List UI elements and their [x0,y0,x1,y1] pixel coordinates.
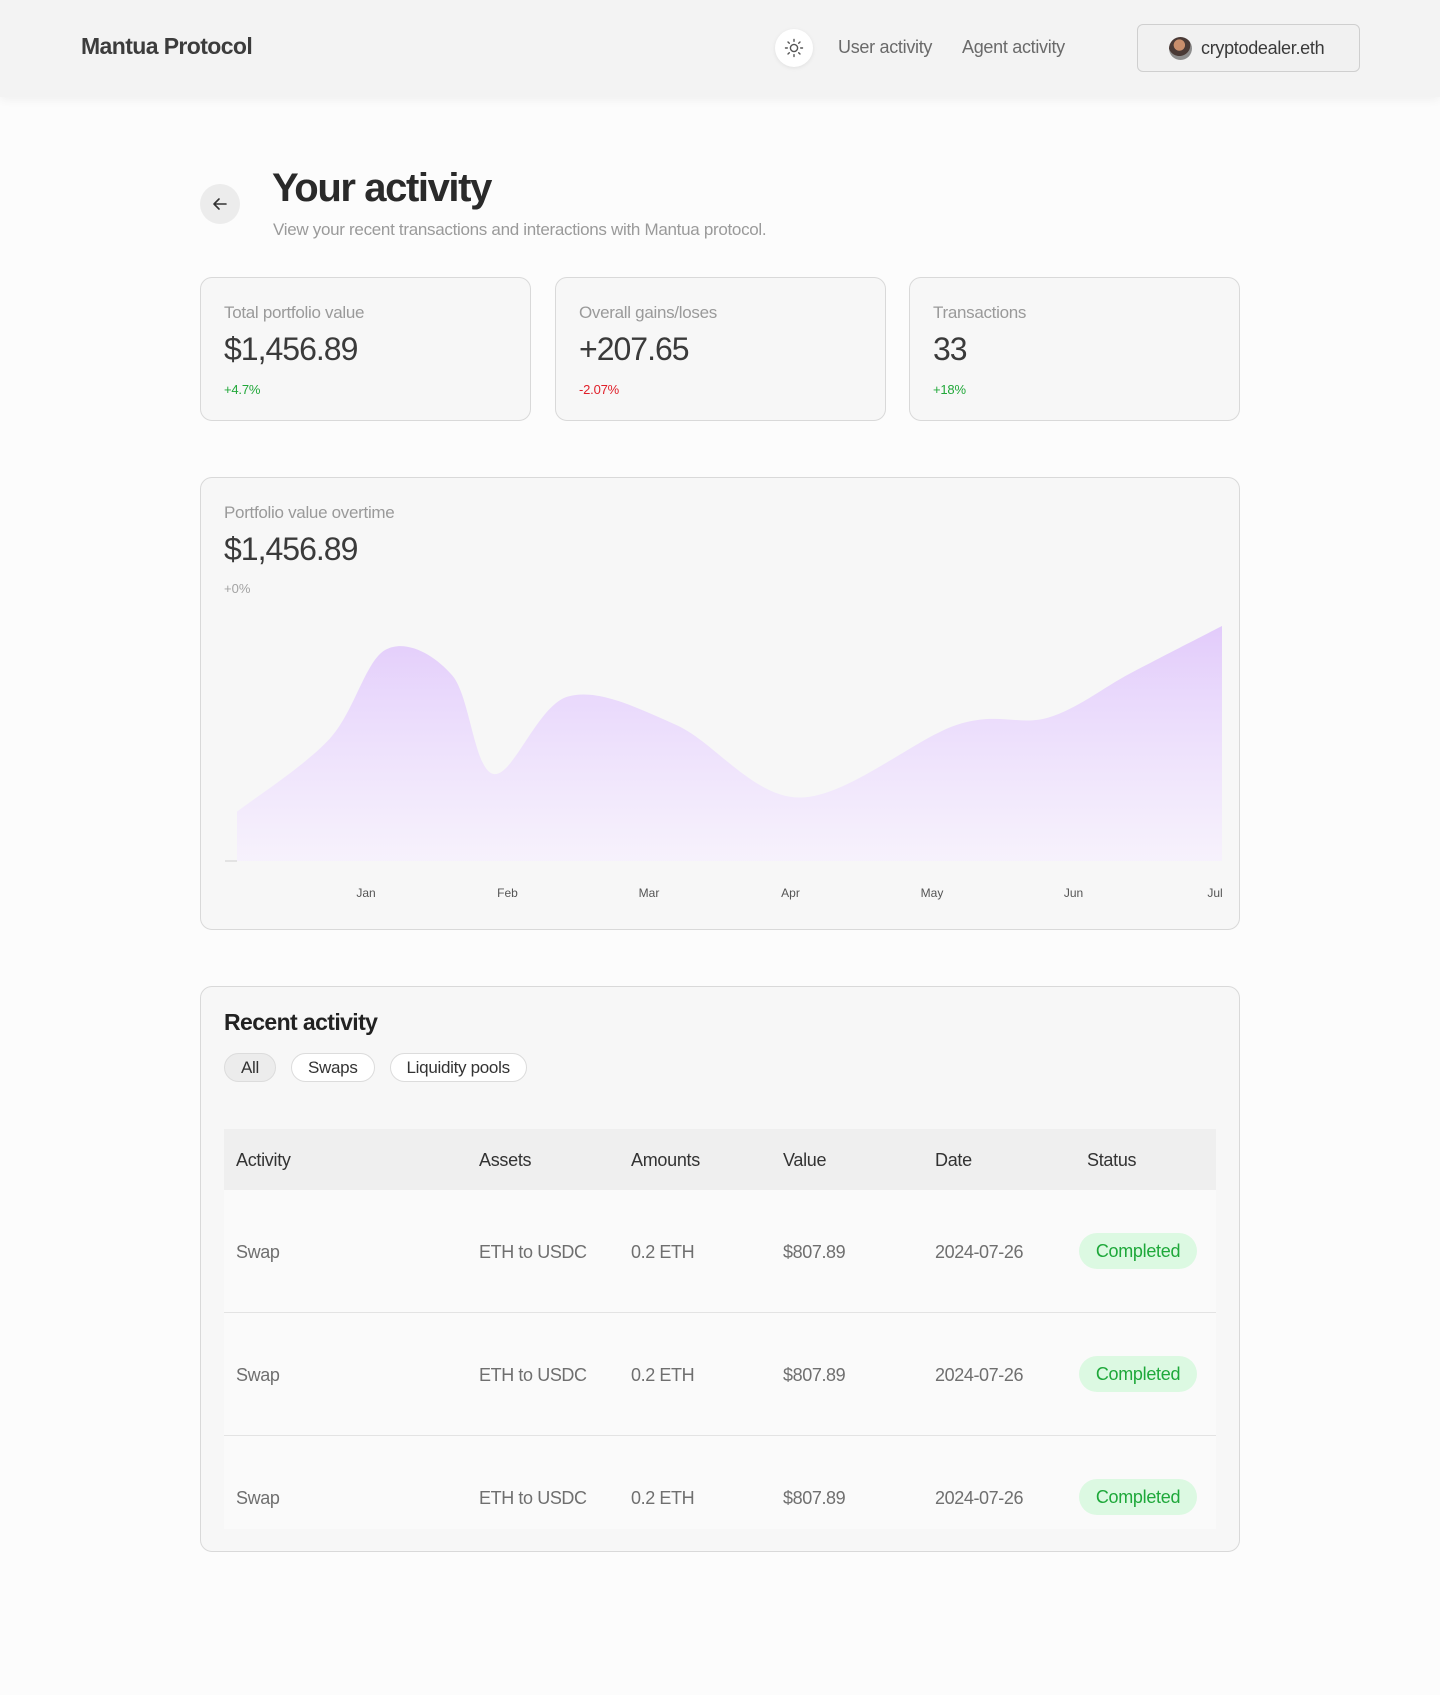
chart-area-series [237,626,1222,861]
portfolio-chart-card: Portfolio value overtime $1,456.89 +0% J… [200,477,1240,930]
sun-icon [784,38,804,58]
cell-value: $807.89 [783,1365,846,1385]
recent-activity-card: Recent activity All Swaps Liquidity pool… [200,986,1240,1552]
cell-activity: Swap [236,1488,280,1508]
filter-all[interactable]: All [224,1053,276,1082]
column-header-assets[interactable]: Assets [479,1150,532,1171]
cell-value: $807.89 [783,1488,846,1508]
status-badge: Completed [1079,1233,1197,1269]
cell-date: 2024-07-26 [935,1488,1024,1508]
portfolio-area-chart: Jan Feb Mar Apr May Jun Jul [225,626,1223,900]
cell-amount: 0.2 ETH [631,1365,695,1385]
arrow-left-icon [213,198,227,210]
cell-assets: ETH to USDC [479,1242,587,1262]
cell-value: $807.89 [783,1242,846,1262]
column-header-activity[interactable]: Activity [236,1150,291,1171]
cell-activity: Swap [236,1365,280,1385]
x-tick-label: Jan [356,886,375,900]
x-tick-label: Jun [1064,886,1083,900]
nav-user-activity[interactable]: User activity [838,37,932,58]
stat-delta: +4.7% [224,382,261,397]
cell-assets: ETH to USDC [479,1365,587,1385]
page-title: Your activity [272,166,492,210]
wallet-name: cryptodealer.eth [1201,37,1325,58]
nav-agent-activity[interactable]: Agent activity [962,37,1065,58]
cell-assets: ETH to USDC [479,1488,587,1508]
stat-delta: +18% [933,382,966,397]
stat-label: Overall gains/loses [579,303,717,322]
column-header-date[interactable]: Date [935,1150,972,1171]
cell-activity: Swap [236,1242,280,1262]
stat-value: +207.65 [579,331,690,367]
stat-value: 33 [933,331,968,367]
stat-card-gains: Overall gains/loses +207.65 -2.07% [555,277,886,421]
activity-table: Activity Assets Amounts Value Date Statu… [224,1129,1216,1529]
table-row[interactable]: Swap ETH to USDC 0.2 ETH $807.89 2024-07… [224,1190,1216,1313]
stat-card-transactions: Transactions 33 +18% [909,277,1240,421]
filter-liquidity-pools[interactable]: Liquidity pools [389,1053,527,1082]
table-row[interactable]: Swap ETH to USDC 0.2 ETH $807.89 2024-07… [224,1313,1216,1436]
x-tick-label: Apr [781,886,800,900]
x-tick-label: Feb [497,886,518,900]
table-row[interactable]: Swap ETH to USDC 0.2 ETH $807.89 2024-07… [224,1436,1216,1529]
avatar [1169,36,1192,60]
wallet-button[interactable]: cryptodealer.eth [1137,24,1360,72]
column-header-amounts[interactable]: Amounts [631,1150,700,1171]
top-navbar: Mantua Protocol User activity Agent acti… [0,0,1440,97]
status-badge: Completed [1079,1479,1197,1515]
x-tick-label: Jul [1207,886,1222,900]
cell-date: 2024-07-26 [935,1365,1024,1385]
stat-label: Total portfolio value [224,303,365,322]
x-tick-label: Mar [639,886,660,900]
table-header: Activity Assets Amounts Value Date Statu… [224,1129,1216,1190]
section-title: Recent activity [224,1009,378,1035]
stat-value: $1,456.89 [224,331,358,367]
theme-toggle-button[interactable] [775,29,813,67]
cell-amount: 0.2 ETH [631,1242,695,1262]
column-header-status[interactable]: Status [1087,1150,1137,1171]
chart-x-axis: Jan Feb Mar Apr May Jun Jul [356,886,1222,900]
status-badge: Completed [1079,1356,1197,1392]
cell-date: 2024-07-26 [935,1242,1024,1262]
stat-card-portfolio-value: Total portfolio value $1,456.89 +4.7% [200,277,531,421]
activity-filters: All Swaps Liquidity pools [224,1053,527,1082]
filter-swaps[interactable]: Swaps [291,1053,375,1082]
stat-label: Transactions [933,303,1027,322]
cell-amount: 0.2 ETH [631,1488,695,1508]
back-button[interactable] [200,184,240,224]
stat-delta: -2.07% [579,382,619,397]
column-header-value[interactable]: Value [783,1150,827,1171]
page-subtitle: View your recent transactions and intera… [273,220,767,239]
x-tick-label: May [921,886,944,900]
brand-logo[interactable]: Mantua Protocol [81,33,253,60]
